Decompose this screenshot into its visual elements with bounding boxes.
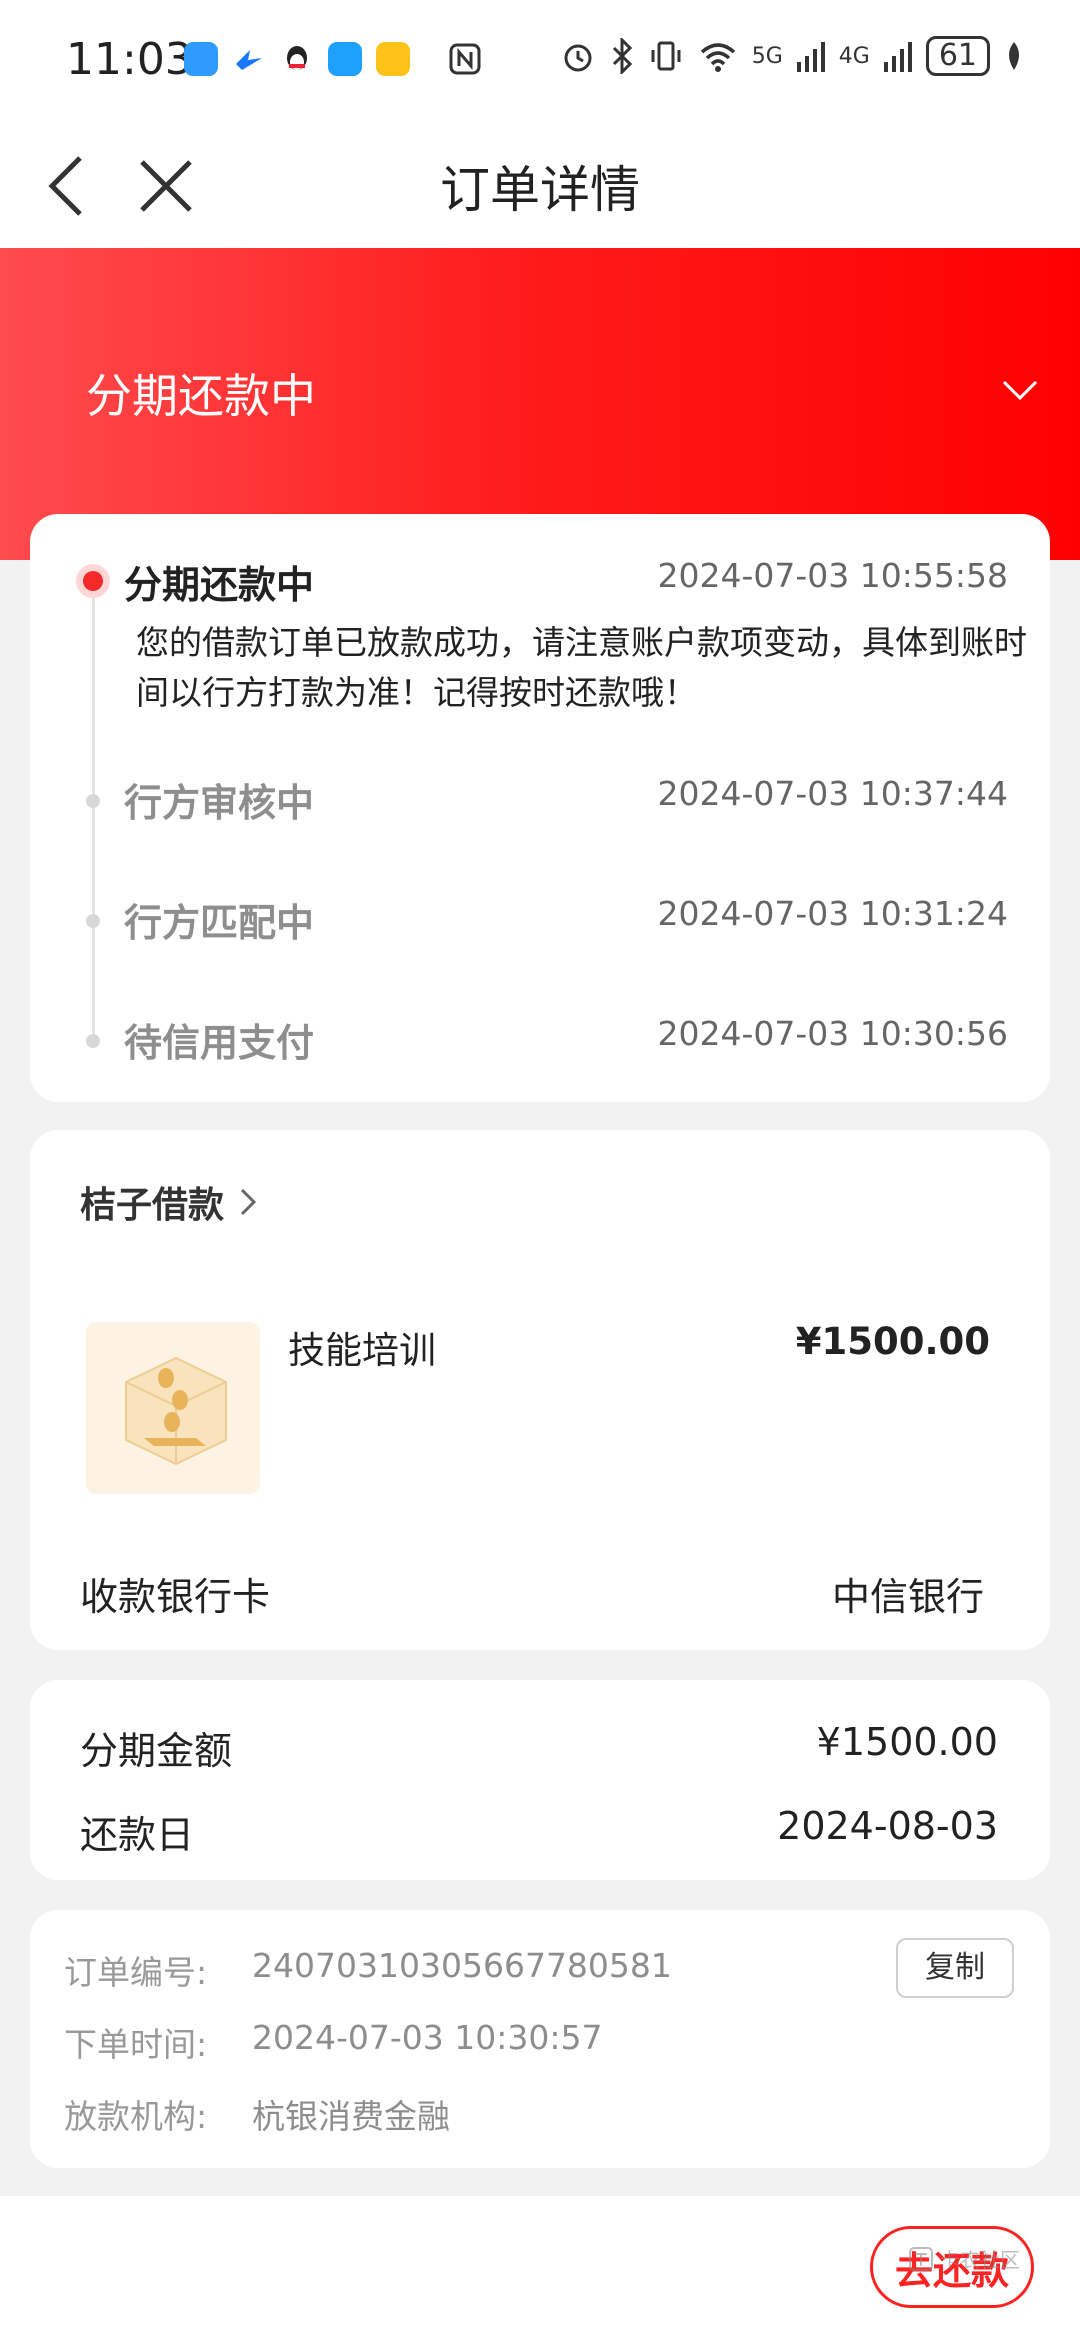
banner-status-title: 分期还款中 — [86, 369, 316, 423]
signal-icon-2 — [883, 42, 912, 72]
timeline-dot — [86, 914, 100, 928]
lender-label: 放款机构: — [64, 2097, 208, 2136]
bank-card-label: 收款银行卡 — [80, 1575, 271, 1619]
chevron-down-icon[interactable] — [998, 368, 1042, 412]
copy-button[interactable]: 复制 — [896, 1938, 1014, 1998]
order-time-label: 下单时间: — [64, 2025, 208, 2064]
installment-amount-label: 分期金额 — [80, 1729, 233, 1773]
merchant-name: 桔子借款 — [80, 1185, 225, 1226]
product-price: ¥1500.00 — [795, 1320, 990, 1363]
product-name: 技能培训 — [288, 1329, 436, 1372]
page-title: 订单详情 — [440, 161, 640, 219]
timeline-step-title: 待信用支付 — [124, 1021, 315, 1065]
order-time-value: 2024-07-03 10:30:57 — [252, 2018, 603, 2057]
installment-amount-value: ¥1500.00 — [816, 1720, 998, 1764]
bank-card-value: 中信银行 — [831, 1575, 984, 1619]
nav-bar: 订单详情 — [0, 120, 1080, 248]
order-number-label: 订单编号: — [64, 1953, 208, 1992]
signal-5g-label: 5G — [751, 43, 783, 69]
notes-app-icon — [376, 42, 410, 76]
watermark-logo-icon — [909, 2246, 933, 2271]
timeline-dot — [86, 794, 100, 808]
timeline-dot — [86, 1034, 100, 1048]
status-indicators: 5G 4G 61 — [560, 36, 1024, 76]
timeline-step-description: 您的借款订单已放款成功，请注意账户款项变动，具体到账时间以行方打款为准！记得按时… — [136, 623, 1027, 712]
status-bar: 11:03 5G 4G 61 — [0, 0, 1080, 120]
bird-app-icon — [232, 42, 266, 76]
installment-card: 分期金额 ¥1500.00 还款日 2024-08-03 — [30, 1680, 1050, 1880]
alarm-icon — [564, 44, 592, 72]
status-time: 11:03 — [66, 34, 193, 85]
signal-4g-label: 4G — [838, 43, 870, 69]
progress-timeline: 分期还款中 2024-07-03 10:55:58 您的借款订单已放款成功，请注… — [30, 514, 1050, 1102]
timeline-step-time: 2024-07-03 10:31:24 — [657, 894, 1008, 933]
timeline-dot-active — [76, 564, 110, 598]
timeline-step-title: 分期还款中 — [124, 563, 315, 607]
timeline-step-time: 2024-07-03 10:55:58 — [657, 556, 1008, 595]
bottom-action-bar: 去还款 卡农社区 — [0, 2196, 1080, 2340]
battery-level: 61 — [925, 36, 990, 76]
leaf-icon — [1009, 42, 1019, 70]
timeline-step-time: 2024-07-03 10:30:56 — [657, 1014, 1008, 1053]
timeline-step-time: 2024-07-03 10:37:44 — [657, 774, 1008, 813]
lender-value: 杭银消费金融 — [252, 2097, 450, 2136]
order-number-value: 24070310305667780581 — [252, 1946, 672, 1985]
nfc-icon — [448, 42, 482, 76]
search-app-icon — [328, 42, 362, 76]
order-info-card: 订单编号: 24070310305667780581 复制 下单时间: 2024… — [30, 1910, 1050, 2168]
vibrate-icon — [651, 41, 681, 71]
wifi-icon — [700, 43, 735, 72]
chevron-right-icon — [240, 1188, 257, 1216]
qq-icon — [280, 42, 314, 76]
timeline-line — [92, 584, 95, 1044]
product-image — [86, 1322, 260, 1494]
timeline-step-title: 行方审核中 — [124, 781, 315, 825]
bluetooth-icon — [612, 38, 632, 74]
merchant-link[interactable]: 桔子借款 — [80, 1176, 258, 1228]
timeline-step-title: 行方匹配中 — [124, 901, 315, 945]
watermark-text: 卡农社区 — [940, 2248, 1020, 2272]
signal-icon — [796, 42, 825, 72]
message-app-icon — [184, 42, 218, 76]
notification-icons — [184, 42, 482, 76]
due-date-value: 2024-08-03 — [777, 1804, 998, 1848]
due-date-label: 还款日 — [80, 1813, 195, 1857]
product-card: 桔子借款 技能培训 ¥1500.00 收款银行卡 中信银行 — [30, 1130, 1050, 1650]
watermark: 卡农社区 — [908, 2244, 1020, 2273]
